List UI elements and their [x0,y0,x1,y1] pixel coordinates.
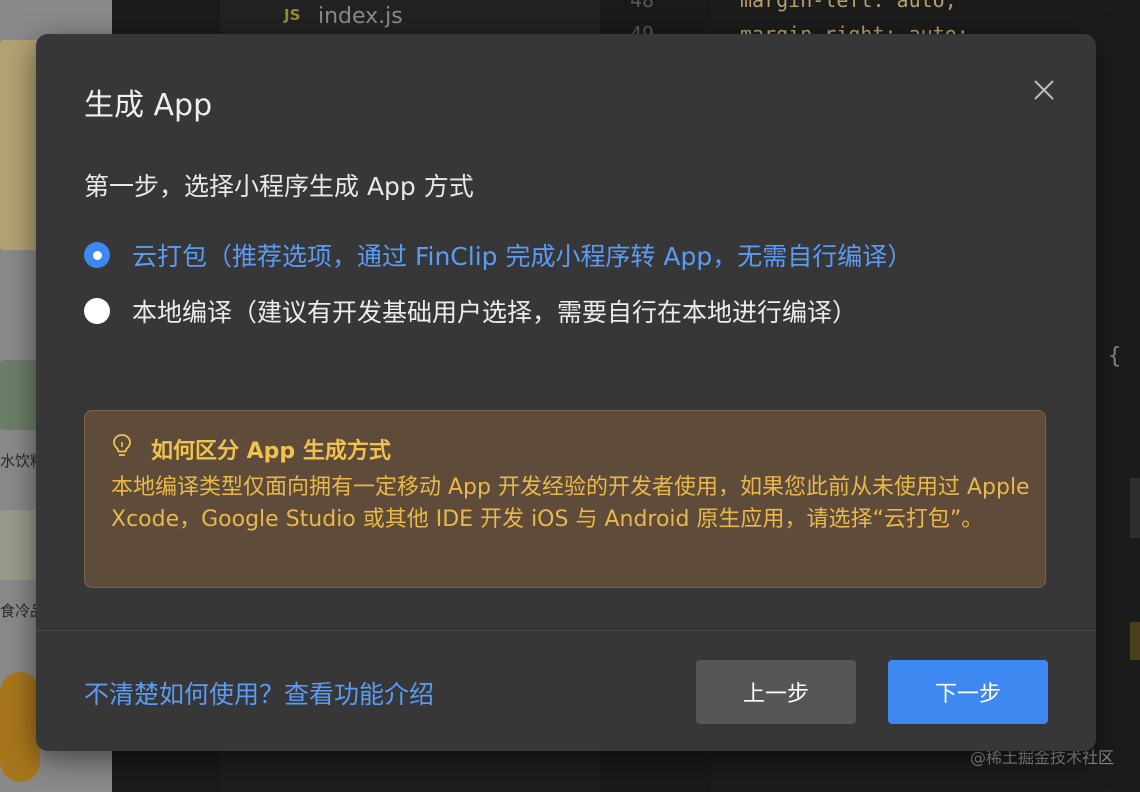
dialog-title: 生成 App [84,88,213,123]
previous-step-button[interactable]: 上一步 [696,660,856,724]
tip-title: 如何区分 App 生成方式 [151,439,391,464]
option-cloud-build-label: 云打包（推荐选项，通过 FinClip 完成小程序转 App，无需自行编译） [132,242,913,271]
product-thumbnail [0,40,40,250]
product-thumbnail [0,360,40,430]
editor-tab-filename: index.js [318,4,403,29]
option-cloud-build[interactable]: 云打包（推荐选项，通过 FinClip 完成小程序转 App，无需自行编译） [84,237,912,273]
step-label: 第一步，选择小程序生成 App 方式 [84,172,474,201]
footer-divider [36,630,1096,631]
tip-box: 如何区分 App 生成方式 本地编译类型仅面向拥有一定移动 App 开发经验的开… [84,410,1046,588]
option-local-compile-label: 本地编译（建议有开发基础用户选择，需要自行在本地进行编译） [132,298,858,327]
code-brace: { [1108,344,1122,369]
close-icon [1034,80,1054,100]
close-button[interactable] [1032,78,1056,102]
radio-unselected-icon[interactable] [84,298,110,324]
product-thumbnail [0,510,40,580]
scroll-marker [1130,478,1140,538]
code-line: margin-left: auto; [740,0,957,12]
scroll-marker [1130,622,1140,660]
js-file-icon: JS [284,6,301,24]
radio-selected-icon[interactable] [84,242,110,268]
next-step-button[interactable]: 下一步 [888,660,1048,724]
product-thumbnail [0,672,40,782]
line-number: 48 [630,0,655,12]
lightbulb-icon [113,434,131,456]
help-link[interactable]: 不清楚如何使用？查看功能介绍 [84,675,434,711]
generate-app-dialog: 生成 App 第一步，选择小程序生成 App 方式 云打包（推荐选项，通过 Fi… [36,34,1096,751]
option-local-compile[interactable]: 本地编译（建议有开发基础用户选择，需要自行在本地进行编译） [84,293,857,329]
tip-body: 本地编译类型仅面向拥有一定移动 App 开发经验的开发者使用，如果您此前从未使用… [111,475,1030,532]
